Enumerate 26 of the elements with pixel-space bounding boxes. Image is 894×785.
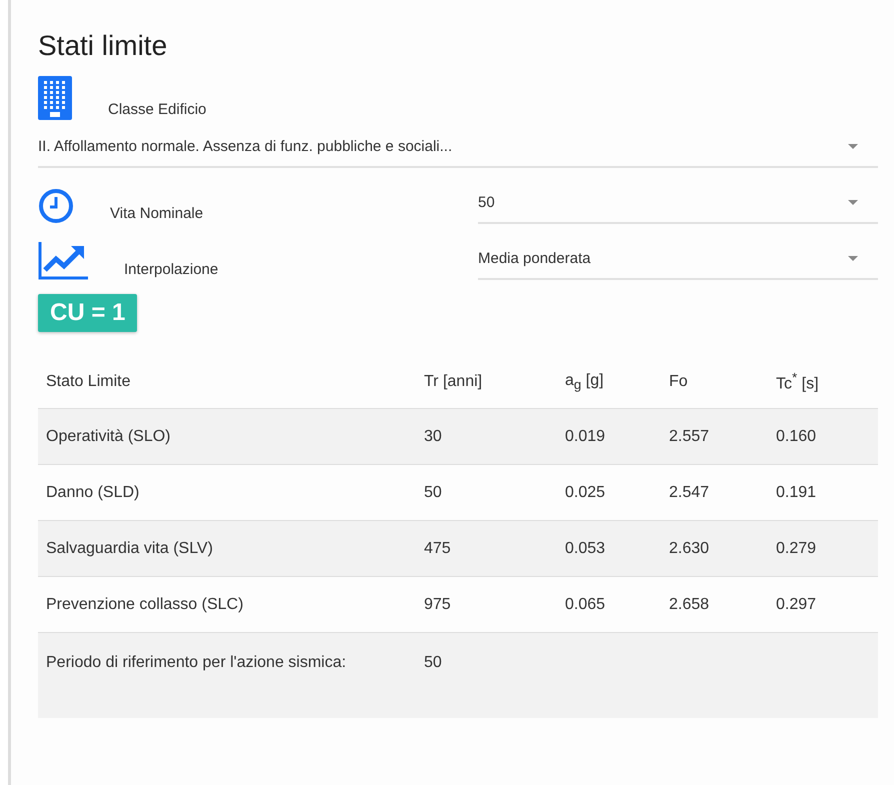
clock-icon	[38, 188, 74, 224]
table-cell: 475	[416, 520, 557, 576]
field-label: Interpolazione	[124, 261, 218, 280]
dropdown-field[interactable]: Media ponderata	[478, 238, 878, 280]
caret-icon	[848, 256, 858, 260]
table-cell: 30	[416, 408, 557, 464]
table-cell: 0.019	[557, 408, 661, 464]
dropdown-field[interactable]: II. Affollamento normale. Assenza di funz. pubbliche e sociali...	[38, 126, 878, 168]
table-cell: 50	[416, 632, 557, 718]
page-title: Stati limite	[38, 30, 168, 62]
caret-icon	[848, 144, 858, 148]
building-icon	[38, 76, 72, 120]
table-cell: 0.053	[557, 520, 661, 576]
table-cell: Periodo di riferimento per l'azione sismica:	[38, 632, 416, 718]
table-cell: 2.557	[661, 408, 768, 464]
trend-chart-icon	[38, 242, 88, 280]
table-cell: 0.160	[768, 408, 878, 464]
table-cell: 0.279	[768, 520, 878, 576]
table-cell: 2.630	[661, 520, 768, 576]
table-cell: Operatività (SLO)	[38, 408, 416, 464]
table-cell: Salvaguardia vita (SLV)	[38, 520, 416, 576]
field-label: Classe Edificio	[108, 101, 206, 120]
result-badge: CU = 1	[38, 294, 138, 332]
caret-icon	[848, 200, 858, 204]
dropdown-field[interactable]: 50	[478, 182, 878, 224]
field-label: Vita Nominale	[110, 205, 204, 224]
